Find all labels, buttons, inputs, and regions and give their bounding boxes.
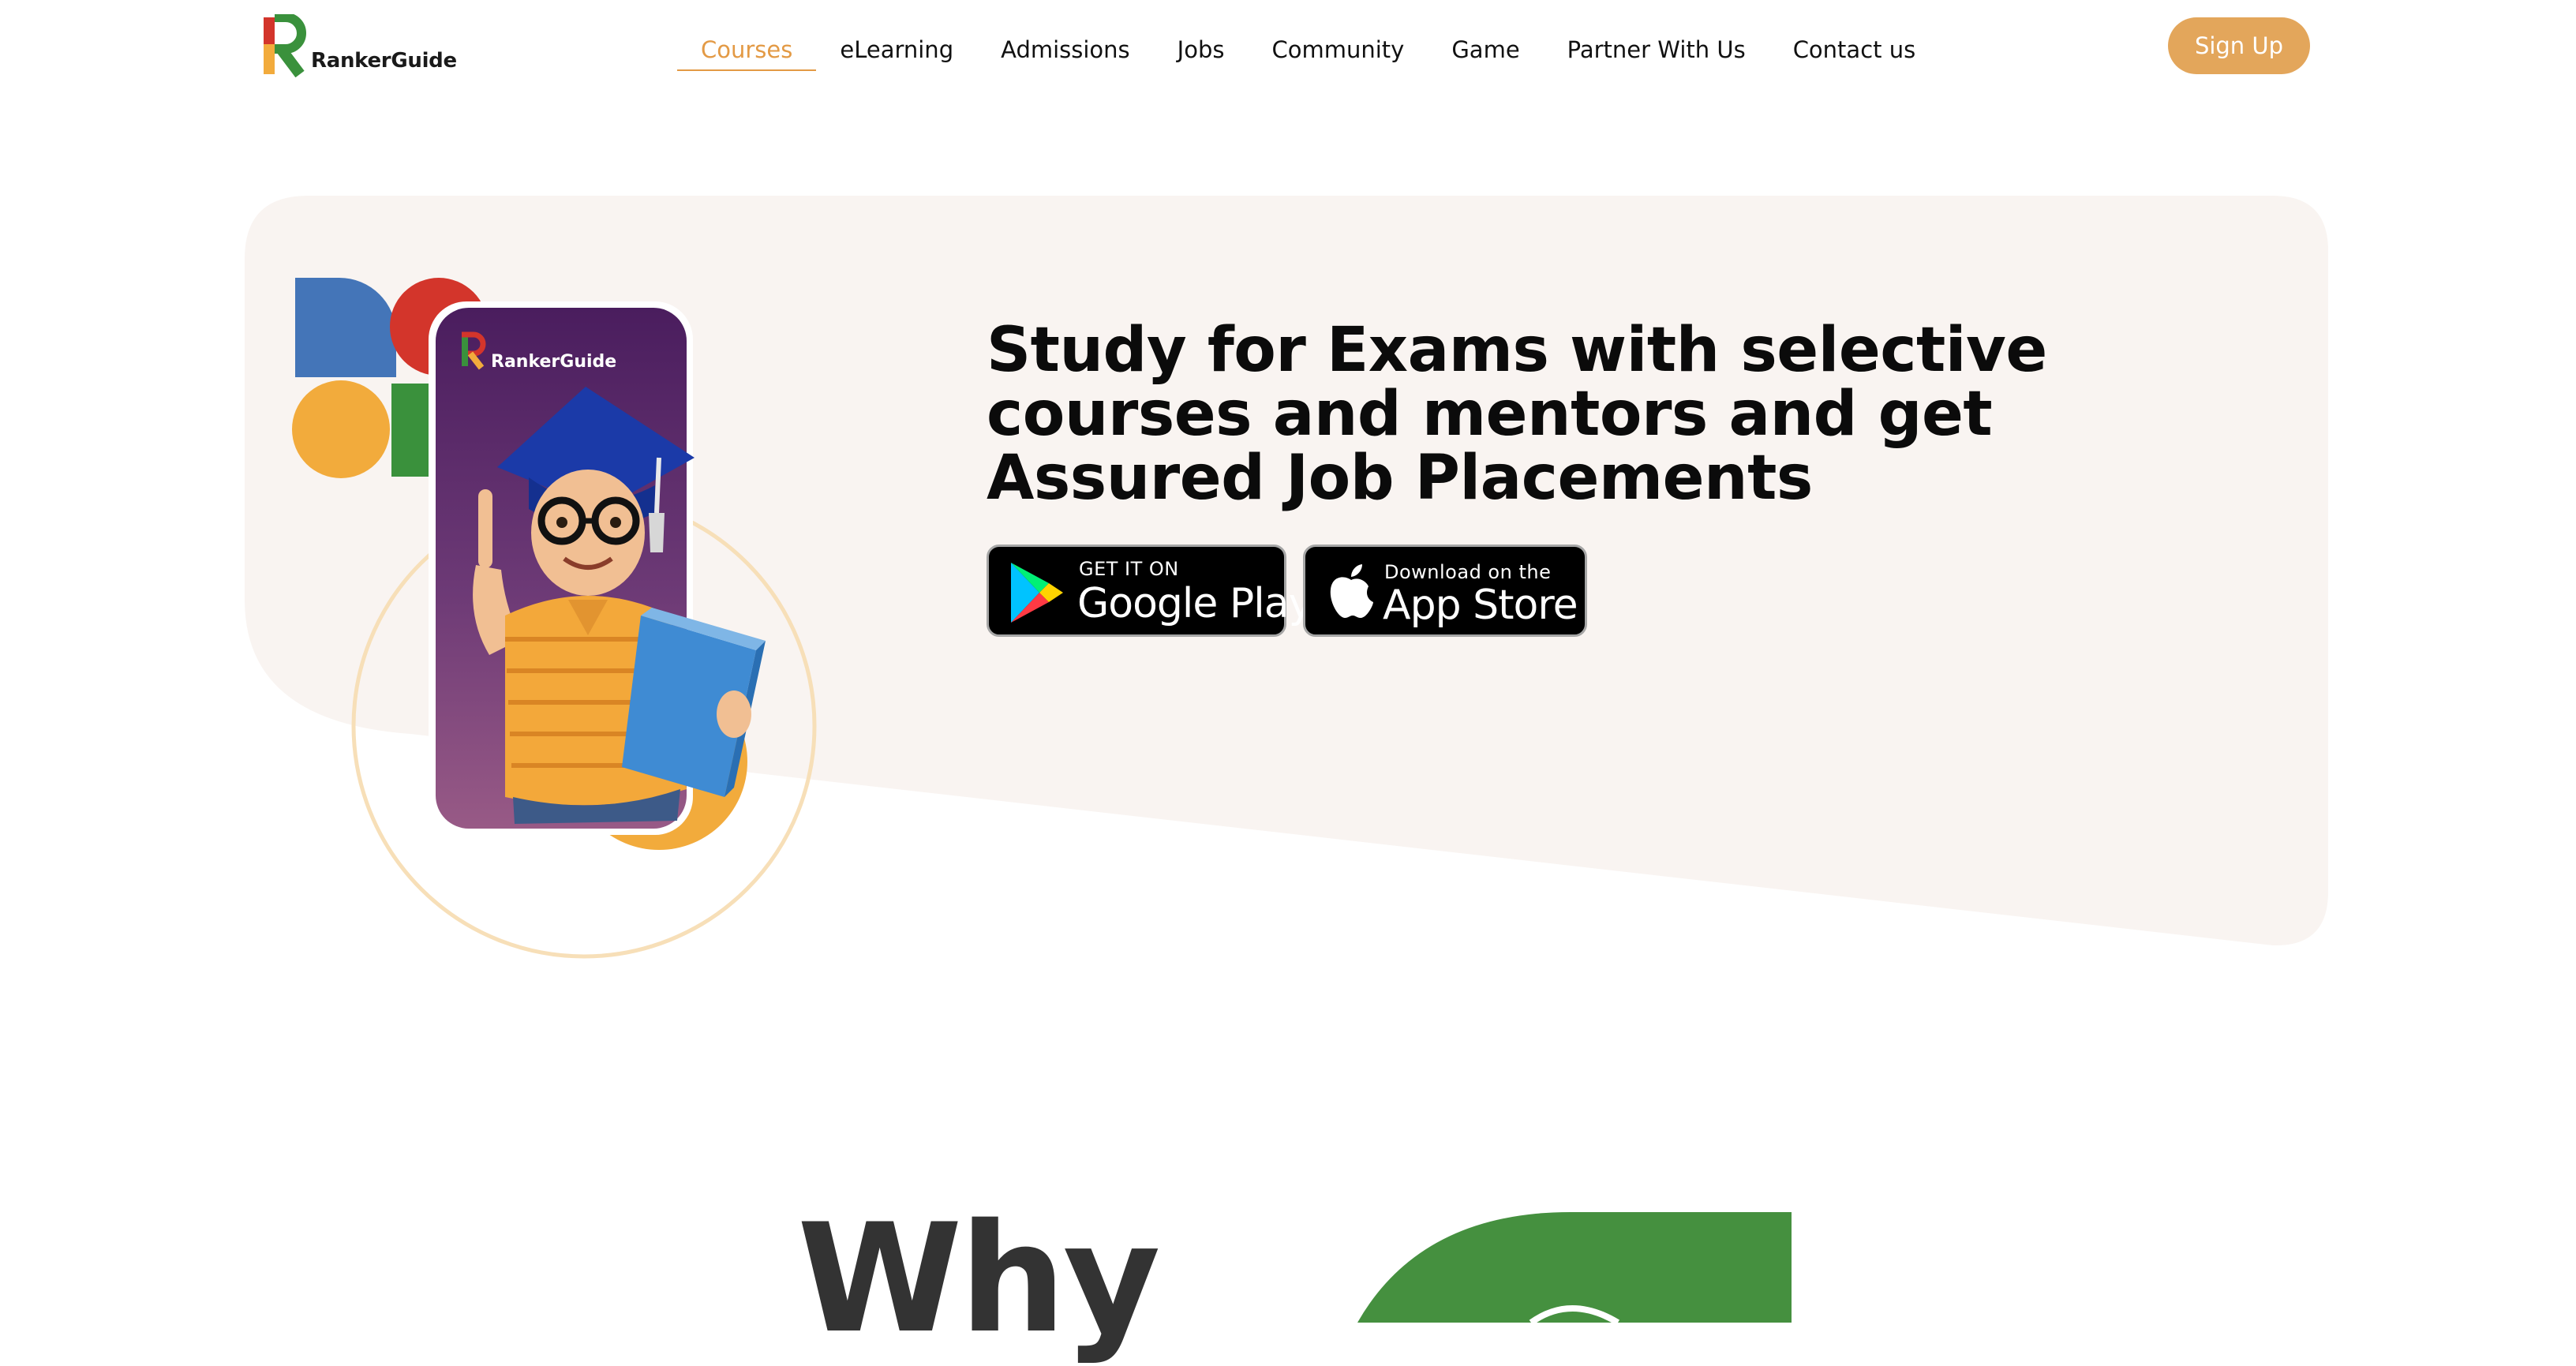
why-heading: Why (797, 1192, 1161, 1366)
google-play-icon (1011, 563, 1063, 623)
apple-icon (1330, 564, 1373, 618)
nav-item-admissions[interactable]: Admissions (977, 33, 1154, 66)
app-store-small-text: Download on the (1384, 561, 1552, 583)
phone-brand-text: RankerGuide (491, 352, 616, 372)
hero-title: Study for Exams with selective courses a… (987, 315, 2047, 514)
rankerguide-logo-icon (264, 14, 306, 77)
google-play-big-text: Google Play (1077, 580, 1312, 627)
app-store-big-text: App Store (1383, 582, 1578, 629)
main-nav: Courses eLearning Admissions Jobs Commun… (677, 33, 1939, 73)
why-green-shape (1357, 1212, 1792, 1323)
nav-item-community[interactable]: Community (1248, 33, 1428, 66)
hero-background (245, 196, 2328, 959)
google-play-button[interactable]: GET IT ON Google Play (987, 545, 1312, 637)
nav-item-partner-with-us[interactable]: Partner With Us (1544, 33, 1769, 66)
nav-item-contact-us[interactable]: Contact us (1769, 33, 1940, 66)
app-store-button[interactable]: Download on the App Store (1303, 545, 1587, 637)
nav-item-jobs[interactable]: Jobs (1154, 33, 1249, 66)
nav-item-game[interactable]: Game (1428, 33, 1543, 66)
sign-up-button[interactable]: Sign Up (2168, 17, 2310, 74)
google-play-small-text: GET IT ON (1079, 558, 1179, 580)
site-logo[interactable]: RankerGuide (262, 14, 457, 77)
logo-text: RankerGuide (311, 49, 457, 73)
nav-item-courses[interactable]: Courses (677, 33, 817, 71)
nav-item-elearning[interactable]: eLearning (816, 33, 977, 66)
phone-brand-label: RankerGuide (491, 352, 616, 372)
